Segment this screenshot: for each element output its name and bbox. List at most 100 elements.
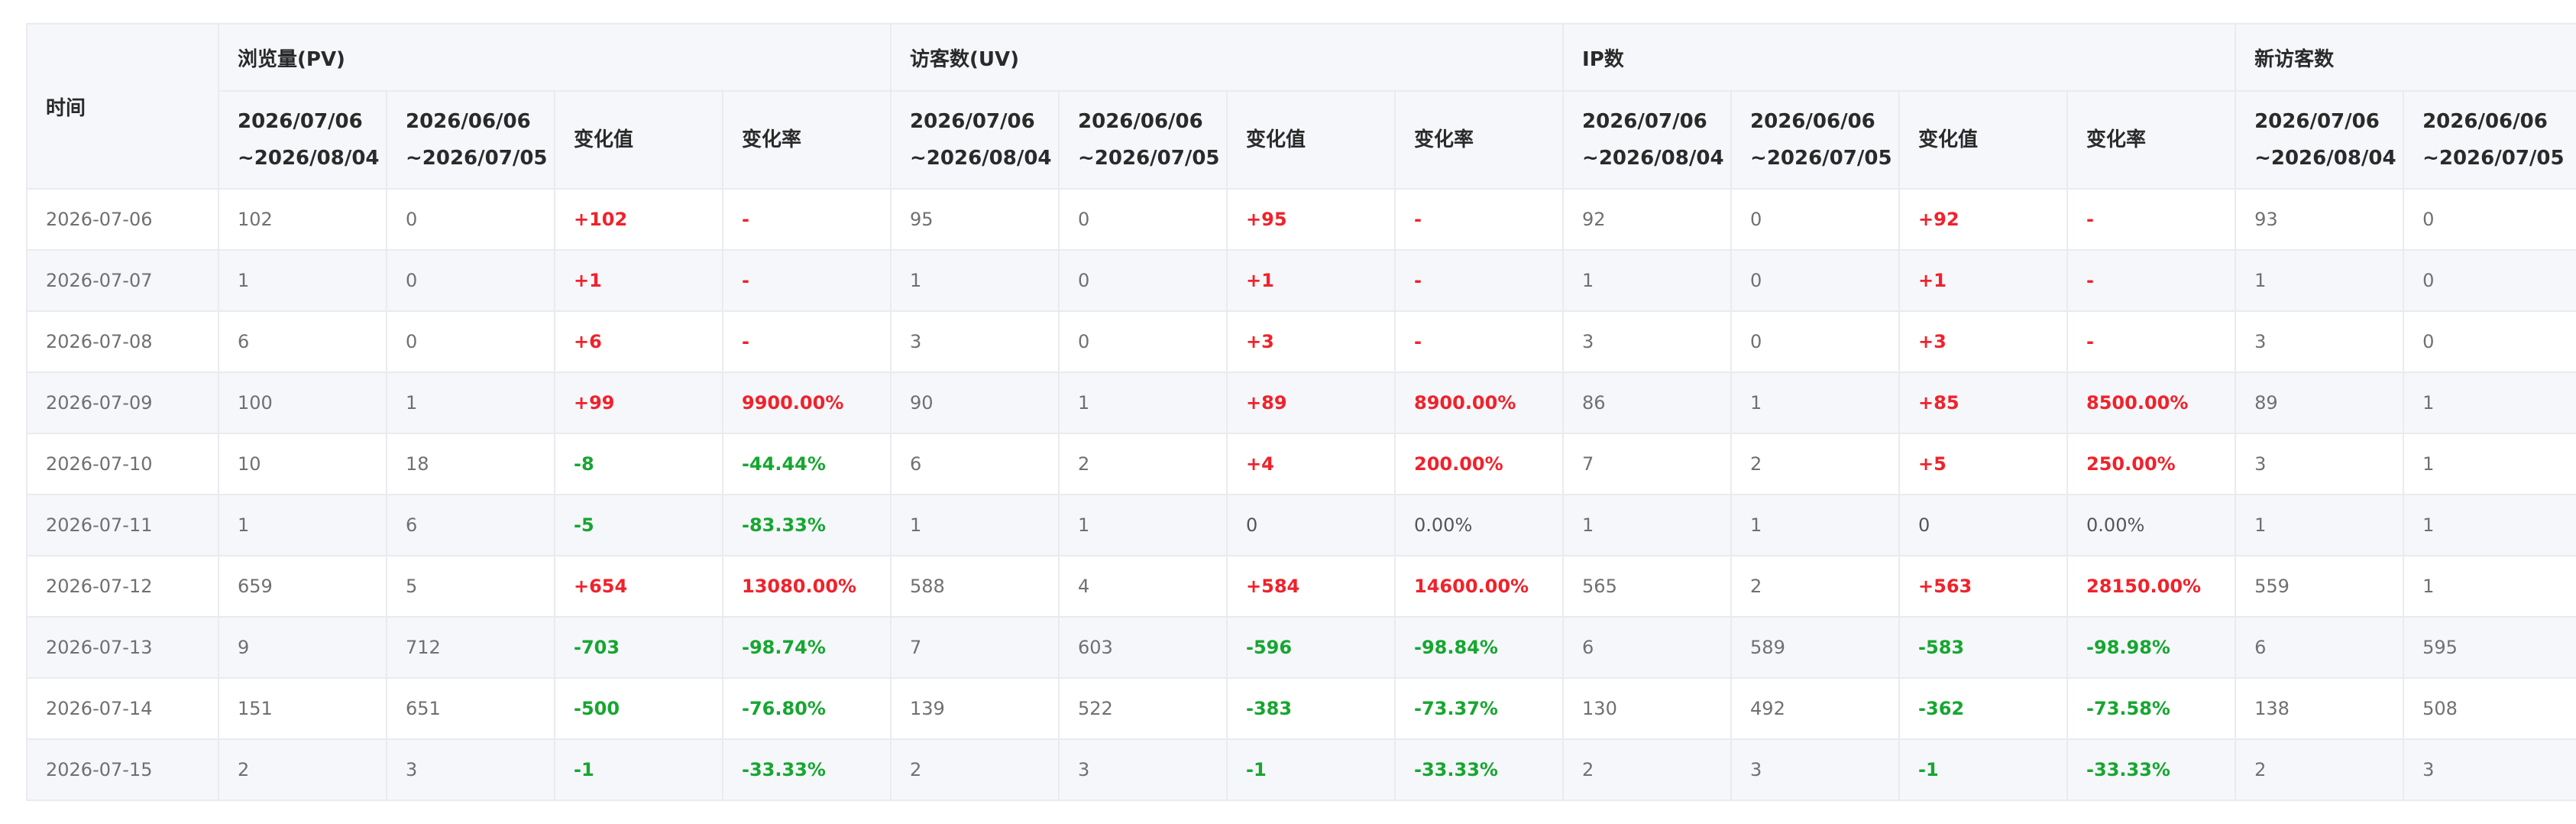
pv-previous-cell: 3 xyxy=(386,738,555,801)
table-row: 2026-07-12 659 5 +654 13080.00% 588 4 +584 14600… xyxy=(26,555,2576,618)
uv-previous-cell: 0 xyxy=(1058,188,1228,251)
new-visitors-previous-cell: 508 xyxy=(2403,677,2576,740)
period-start: 2026/07/06 xyxy=(910,110,1035,133)
period-start: 2026/06/06 xyxy=(1078,110,1203,133)
pv-change-value-header: 变化值 xyxy=(554,90,723,190)
new-visitors-current-cell: 2 xyxy=(2235,738,2405,801)
ip-current-cell: 6 xyxy=(1562,616,1733,679)
period-end: ~2026/07/05 xyxy=(1078,147,1220,170)
ip-change-rate-cell: -33.33% xyxy=(2066,738,2237,801)
period-start: 2026/07/06 xyxy=(2254,110,2380,133)
ip-change-rate-cell: 28150.00% xyxy=(2066,555,2237,618)
ip-previous-cell: 0 xyxy=(1730,249,1901,312)
new-visitors-current-cell: 1 xyxy=(2235,249,2405,312)
uv-change-rate-cell: 0.00% xyxy=(1394,494,1565,556)
ip-previous-cell: 3 xyxy=(1730,738,1901,801)
new-visitors-previous-cell: 595 xyxy=(2403,616,2576,679)
uv-current-cell: 1 xyxy=(890,494,1060,556)
pv-current-period-header: 2026/07/06 ~2026/08/04 xyxy=(218,90,387,190)
uv-previous-cell: 603 xyxy=(1058,616,1228,679)
new-visitors-current-cell: 93 xyxy=(2235,188,2405,251)
uv-change-value-cell: +1 xyxy=(1226,249,1396,312)
pv-change-rate-cell: - xyxy=(721,188,892,251)
ip-change-value-cell: -362 xyxy=(1898,677,2069,740)
ip-previous-cell: 2 xyxy=(1730,433,1901,495)
new-visitors-current-cell: 559 xyxy=(2235,555,2405,618)
ip-change-rate-cell: 0.00% xyxy=(2066,494,2237,556)
pv-current-cell: 1 xyxy=(218,249,387,312)
uv-current-cell: 139 xyxy=(890,677,1060,740)
row-date-cell: 2026-07-07 xyxy=(26,249,219,312)
ip-current-cell: 2 xyxy=(1562,738,1733,801)
new-visitors-previous-cell: 1 xyxy=(2403,555,2576,618)
row-date-cell: 2026-07-13 xyxy=(26,616,219,679)
new-visitors-current-cell: 138 xyxy=(2235,677,2405,740)
table-header: 时间 浏览量(PV) 访客数(UV) IP数 新访客数 2026/07/06 ~… xyxy=(26,23,2576,190)
pv-previous-cell: 0 xyxy=(386,188,555,251)
pv-previous-cell: 6 xyxy=(386,494,555,556)
table-row: 2026-07-13 9 712 -703 -98.74% 7 603 -596 -98.84%… xyxy=(26,616,2576,679)
period-start: 2026/06/06 xyxy=(2422,110,2548,133)
uv-current-cell: 95 xyxy=(890,188,1060,251)
ip-change-value-cell: +3 xyxy=(1898,310,2069,373)
uv-change-rate-cell: - xyxy=(1394,249,1565,312)
row-date-cell: 2026-07-08 xyxy=(26,310,219,373)
pv-current-cell: 6 xyxy=(218,310,387,373)
ip-change-value-cell: -583 xyxy=(1898,616,2069,679)
ip-previous-cell: 0 xyxy=(1730,188,1901,251)
ip-change-rate-cell: - xyxy=(2066,188,2237,251)
new-visitors-previous-cell: 1 xyxy=(2403,371,2576,434)
ip-previous-cell: 589 xyxy=(1730,616,1901,679)
pv-change-rate-cell: -98.74% xyxy=(721,616,892,679)
uv-change-rate-cell: 14600.00% xyxy=(1394,555,1565,618)
pv-change-rate-header: 变化率 xyxy=(721,90,892,190)
ip-current-cell: 1 xyxy=(1562,494,1733,556)
period-end: ~2026/07/05 xyxy=(2422,147,2565,170)
period-end: ~2026/08/04 xyxy=(2254,147,2396,170)
uv-previous-cell: 1 xyxy=(1058,371,1228,434)
pv-change-value-cell: -500 xyxy=(554,677,723,740)
new-visitors-previous-period-header: 2026/06/06 ~2026/07/05 xyxy=(2403,90,2576,190)
table-row: 2026-07-14 151 651 -500 -76.80% 139 522 -383 -73… xyxy=(26,677,2576,740)
ip-change-rate-cell: -73.58% xyxy=(2066,677,2237,740)
pv-change-value-cell: +102 xyxy=(554,188,723,251)
pv-change-value-cell: +654 xyxy=(554,555,723,618)
ip-current-period-header: 2026/07/06 ~2026/08/04 xyxy=(1562,90,1733,190)
pv-change-rate-cell: -44.44% xyxy=(721,433,892,495)
ip-change-value-cell: +85 xyxy=(1898,371,2069,434)
pv-current-cell: 9 xyxy=(218,616,387,679)
pv-change-value-cell: +1 xyxy=(554,249,723,312)
pv-change-value-cell: -8 xyxy=(554,433,723,495)
pv-current-cell: 151 xyxy=(218,677,387,740)
uv-current-cell: 1 xyxy=(890,249,1060,312)
pv-change-value-cell: -703 xyxy=(554,616,723,679)
new-visitors-previous-cell: 1 xyxy=(2403,433,2576,495)
uv-current-cell: 588 xyxy=(890,555,1060,618)
uv-previous-cell: 0 xyxy=(1058,249,1228,312)
period-start: 2026/06/06 xyxy=(1750,110,1875,133)
row-date-cell: 2026-07-10 xyxy=(26,433,219,495)
pv-previous-cell: 1 xyxy=(386,371,555,434)
new-visitors-current-cell: 3 xyxy=(2235,310,2405,373)
table-row: 2026-07-15 2 3 -1 -33.33% 2 3 -1 -33.33% 2 3 -1 -33.… xyxy=(26,738,2576,801)
ip-change-value-cell: +5 xyxy=(1898,433,2069,495)
pv-previous-cell: 0 xyxy=(386,249,555,312)
period-start: 2026/07/06 xyxy=(238,110,363,133)
ip-previous-cell: 1 xyxy=(1730,494,1901,556)
table-row: 2026-07-10 10 18 -8 -44.44% 6 2 +4 200.00% 7 2 +5 25… xyxy=(26,433,2576,495)
ip-current-cell: 130 xyxy=(1562,677,1733,740)
uv-current-cell: 7 xyxy=(890,616,1060,679)
period-end: ~2026/08/04 xyxy=(238,147,380,170)
ip-previous-cell: 0 xyxy=(1730,310,1901,373)
period-end: ~2026/07/05 xyxy=(406,147,548,170)
stats-table-container: 时间 浏览量(PV) 访客数(UV) IP数 新访客数 2026/07/06 ~… xyxy=(26,23,2576,824)
period-end: ~2026/07/05 xyxy=(1750,147,1892,170)
ip-previous-period-header: 2026/06/06 ~2026/07/05 xyxy=(1730,90,1901,190)
uv-previous-cell: 1 xyxy=(1058,494,1228,556)
group-header-uv: 访客数(UV) xyxy=(890,23,1565,92)
group-header-new-visitors: 新访客数 xyxy=(2235,23,2576,92)
ip-change-value-cell: +563 xyxy=(1898,555,2069,618)
ip-previous-cell: 492 xyxy=(1730,677,1901,740)
period-start: 2026/06/06 xyxy=(406,110,531,133)
pv-current-cell: 100 xyxy=(218,371,387,434)
